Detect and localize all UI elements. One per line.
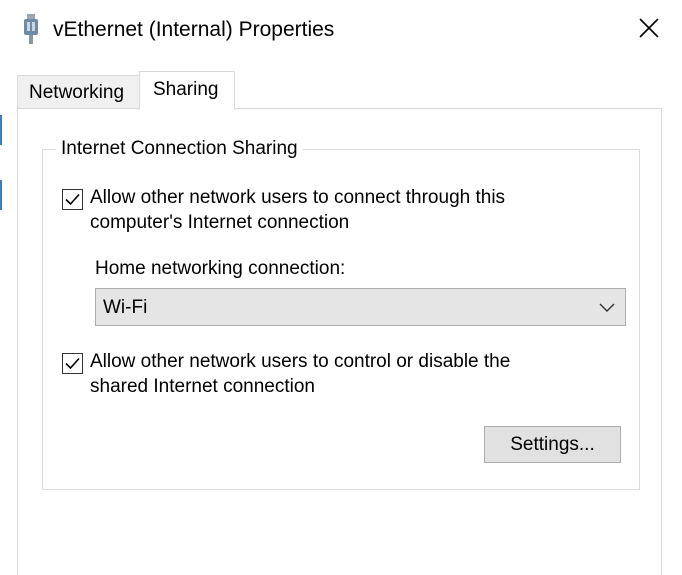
home-networking-value: Wi-Fi bbox=[103, 297, 148, 318]
tab-sharing[interactable]: Sharing bbox=[139, 71, 235, 110]
properties-dialog: vEthernet (Internal) Properties Networki… bbox=[0, 0, 682, 575]
close-icon bbox=[639, 18, 659, 38]
tab-networking-label: Networking bbox=[29, 82, 125, 103]
tab-sharing-label: Sharing bbox=[153, 79, 219, 100]
checkmark-icon bbox=[65, 357, 80, 370]
allow-control-label: Allow other network users to control or … bbox=[90, 351, 511, 397]
allow-connect-label: Allow other network users to connect thr… bbox=[90, 187, 506, 233]
title-bar: vEthernet (Internal) Properties bbox=[0, 0, 682, 60]
ics-group-title: Internet Connection Sharing bbox=[56, 137, 303, 161]
close-button[interactable] bbox=[626, 8, 672, 48]
home-networking-label: Home networking connection: bbox=[95, 258, 346, 279]
checkmark-icon bbox=[65, 193, 80, 206]
allow-control-checkbox[interactable] bbox=[62, 353, 83, 374]
allow-connect-checkbox[interactable] bbox=[62, 189, 83, 210]
settings-button[interactable]: Settings... bbox=[484, 426, 621, 463]
home-networking-dropdown[interactable]: Wi-Fi bbox=[95, 288, 626, 326]
window-title: vEthernet (Internal) Properties bbox=[53, 18, 335, 41]
chevron-down-icon bbox=[599, 303, 615, 312]
window-edge-mark bbox=[0, 115, 2, 145]
network-adapter-icon bbox=[22, 14, 40, 44]
window-edge-mark bbox=[0, 180, 2, 210]
tab-networking[interactable]: Networking bbox=[17, 75, 140, 109]
